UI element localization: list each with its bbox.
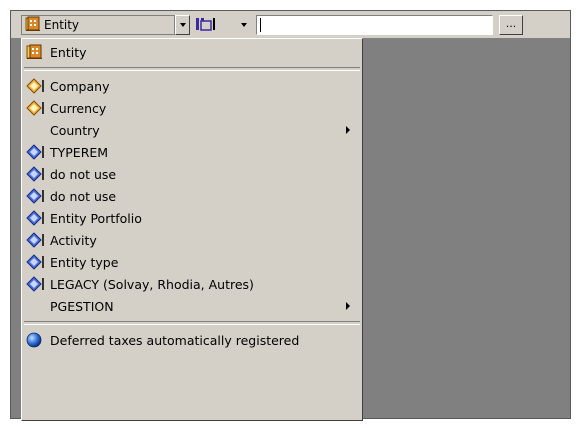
menu-item-entity-portfolio[interactable]: Entity Portfolio: [22, 207, 362, 229]
table-view-icon: [195, 16, 217, 35]
member-text-input[interactable]: [256, 15, 493, 35]
chevron-down-icon: [240, 23, 247, 27]
dimension-diamond-icon: [26, 100, 46, 119]
menu-item-label: LEGACY (Solvay, Rhodia, Autres): [50, 277, 254, 292]
menu-item-label: PGESTION: [50, 299, 114, 314]
book-icon: [26, 254, 46, 273]
toolbar: Entity ...: [11, 11, 570, 39]
submenu-arrow-icon: [346, 126, 350, 134]
menu-item-currency[interactable]: Currency: [22, 97, 362, 119]
menu-item-label: TYPEREM: [50, 145, 109, 160]
menu-item-label: do not use: [50, 189, 117, 204]
menu-item-pgestion[interactable]: PGESTION: [22, 295, 362, 317]
entity-icon: [26, 44, 44, 63]
menu-item-label: Entity Portfolio: [50, 211, 142, 226]
book-icon: [26, 210, 46, 229]
book-icon: [26, 188, 46, 207]
book-icon: [26, 144, 46, 163]
book-icon: [26, 232, 46, 251]
combo-dropdown-button[interactable]: [175, 15, 190, 35]
combo-value: Entity: [44, 18, 80, 32]
view-button[interactable]: [195, 16, 217, 34]
menu-item-company[interactable]: Company: [22, 75, 362, 97]
globe-icon: [26, 332, 44, 351]
menu-item-label: Entity: [50, 45, 87, 60]
menu-item-entity[interactable]: Entity: [22, 41, 362, 63]
view-dropdown-button[interactable]: [236, 15, 251, 35]
menu-item-label: Currency: [50, 101, 107, 116]
dimension-combo[interactable]: Entity: [21, 15, 175, 35]
browse-button[interactable]: ...: [499, 15, 523, 35]
book-icon: [26, 276, 46, 295]
menu-item-do-not-use[interactable]: do not use: [22, 185, 362, 207]
chevron-down-icon: [179, 23, 186, 27]
book-icon: [26, 166, 46, 185]
menu-item-country[interactable]: Country: [22, 119, 362, 141]
menu-item-label: Country: [50, 123, 100, 138]
application-window: Entity ... Entity Company Currency Count…: [10, 10, 571, 421]
menu-item-do-not-use[interactable]: do not use: [22, 163, 362, 185]
menu-item-label: Activity: [50, 233, 97, 248]
menu-item-activity[interactable]: Activity: [22, 229, 362, 251]
menu-item-legacy[interactable]: LEGACY (Solvay, Rhodia, Autres): [22, 273, 362, 295]
menu-item-typerem[interactable]: TYPEREM: [22, 141, 362, 163]
menu-item-label: Company: [50, 79, 110, 94]
menu-item-deferred-taxes[interactable]: Deferred taxes automatically registered: [22, 329, 362, 351]
dimension-dropdown-menu: Entity Company Currency Country TYPEREM …: [21, 38, 363, 421]
menu-item-label: do not use: [50, 167, 117, 182]
menu-item-label: Entity type: [50, 255, 119, 270]
entity-icon: [25, 16, 41, 35]
dimension-diamond-icon: [26, 78, 46, 97]
menu-separator: [24, 67, 360, 71]
text-caret: [260, 18, 261, 32]
menu-item-entity-type[interactable]: Entity type: [22, 251, 362, 273]
menu-separator: [24, 321, 360, 325]
menu-item-label: Deferred taxes automatically registered: [50, 333, 300, 348]
submenu-arrow-icon: [346, 302, 350, 310]
